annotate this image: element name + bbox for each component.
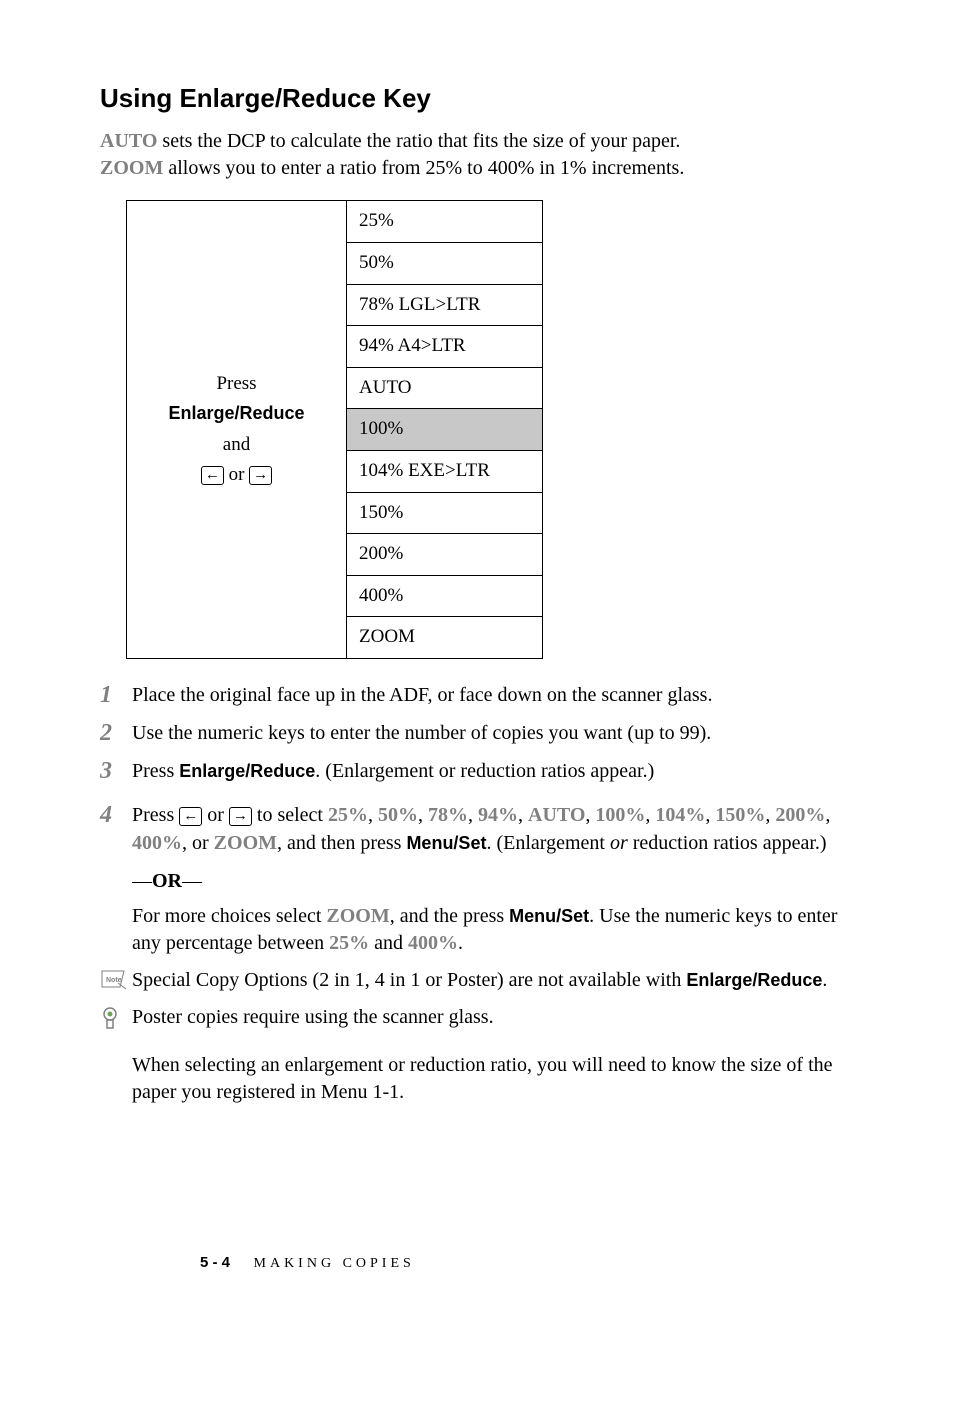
s4b-menuset: Menu/Set (509, 906, 589, 926)
or-label: or (224, 464, 249, 485)
step-4-104: 104% (655, 804, 705, 826)
intro-paragraph: AUTO sets the DCP to calculate the ratio… (100, 128, 864, 182)
left-arrow-icon: ← (201, 466, 224, 486)
auto-label: AUTO (100, 130, 157, 152)
table-row-selected: 100% (347, 409, 543, 451)
page-footer: 5 - 4 MAKING COPIES (200, 1252, 415, 1274)
press-label: Press (216, 373, 256, 394)
s4b-25: 25% (329, 932, 369, 954)
table-row: AUTO (347, 367, 543, 409)
s4b-400: 400% (408, 932, 458, 954)
step-3-a: Press (132, 760, 179, 782)
step-4-100: 100% (595, 804, 645, 826)
table-row: 104% EXE>LTR (347, 450, 543, 492)
s4b-a: For more choices select (132, 905, 326, 927)
lightbulb-icon (100, 1004, 132, 1034)
step-1: Place the original face up in the ADF, o… (100, 681, 864, 709)
step-4-then: , and then press (277, 832, 406, 854)
table-row: 94% A4>LTR (347, 326, 543, 368)
step-4-78: 78% (428, 804, 468, 826)
step-2-text: Use the numeric keys to enter the number… (132, 722, 711, 744)
step-4-25: 25% (328, 804, 368, 826)
note-2-text: Poster copies require using the scanner … (132, 1004, 864, 1031)
heading-enlarge-reduce: Using Enlarge/Reduce Key (100, 80, 864, 116)
step-4-200: 200% (775, 804, 825, 826)
note-2: Poster copies require using the scanner … (100, 1004, 864, 1034)
table-row: 50% (347, 242, 543, 284)
step-4-select: to select (252, 804, 328, 826)
step-4-press: Press (132, 804, 179, 826)
right-arrow-icon: → (229, 807, 252, 827)
step-2: Use the numeric keys to enter the number… (100, 719, 864, 747)
step-4-400: 400% (132, 832, 182, 854)
table-left-cell: Press Enlarge/Reduce and ← or → (127, 201, 347, 659)
step-4: Press ← or → to select 25%, 50%, 78%, 94… (100, 801, 864, 857)
enlarge-reduce-label: Enlarge/Reduce (168, 403, 304, 423)
auto-text: sets the DCP to calculate the ratio that… (157, 130, 680, 152)
s4b-b: , and the press (390, 905, 509, 927)
note-1-enlarge-reduce: Enlarge/Reduce (686, 970, 822, 990)
zoom-label: ZOOM (100, 157, 163, 179)
table-row: 400% (347, 575, 543, 617)
note-1: Note Special Copy Options (2 in 1, 4 in … (100, 967, 864, 994)
step-4-or-ital: or (610, 832, 628, 854)
step-4-zoom: ZOOM (214, 832, 277, 854)
step-4-orzoom: , or (182, 832, 214, 854)
step-4-auto: AUTO (528, 804, 585, 826)
step-4-50: 50% (378, 804, 418, 826)
step-4-end: . (Enlargement (486, 832, 609, 854)
table-row: 78% LGL>LTR (347, 284, 543, 326)
step-4-94: 94% (478, 804, 518, 826)
zoom-text: allows you to enter a ratio from 25% to … (163, 157, 684, 179)
left-arrow-icon: ← (179, 807, 202, 827)
svg-text:Note: Note (106, 977, 122, 984)
step-1-text: Place the original face up in the ADF, o… (132, 684, 712, 706)
or-separator: —OR— (132, 867, 864, 895)
table-row: ZOOM (347, 617, 543, 659)
step-4-alt: For more choices select ZOOM, and the pr… (132, 903, 864, 957)
note-1-a: Special Copy Options (2 in 1, 4 in 1 or … (132, 969, 686, 991)
right-arrow-icon: → (249, 466, 272, 486)
step-4-end2: reduction ratios appear.) (628, 832, 827, 854)
table-row: 25% (347, 201, 543, 243)
note-3-text: When selecting an enlargement or reducti… (132, 1052, 864, 1106)
step-3-c: . (Enlargement or reduction ratios appea… (315, 760, 654, 782)
s4b-d: . (458, 932, 463, 954)
note-1-c: . (822, 969, 827, 991)
ratio-table: Press Enlarge/Reduce and ← or → 25% 50% … (126, 200, 543, 659)
step-3-enlarge-reduce: Enlarge/Reduce (179, 761, 315, 781)
footer-title: MAKING COPIES (254, 1256, 415, 1271)
step-4-menuset: Menu/Set (406, 833, 486, 853)
or-text: OR (152, 870, 182, 892)
note-icon: Note (100, 967, 132, 991)
table-row: 200% (347, 534, 543, 576)
footer-page-num: 5 - 4 (200, 1254, 230, 1271)
note-3-spacer (100, 1052, 132, 1054)
and-label: and (223, 434, 250, 455)
table-row: 150% (347, 492, 543, 534)
step-4-or: or (202, 804, 229, 826)
s4b-zoom: ZOOM (326, 905, 389, 927)
step-3: Press Enlarge/Reduce. (Enlargement or re… (100, 757, 864, 785)
note-3: When selecting an enlargement or reducti… (100, 1052, 864, 1106)
step-4-150: 150% (715, 804, 765, 826)
s4b-and: and (369, 932, 408, 954)
steps-list: Place the original face up in the ADF, o… (100, 681, 864, 857)
